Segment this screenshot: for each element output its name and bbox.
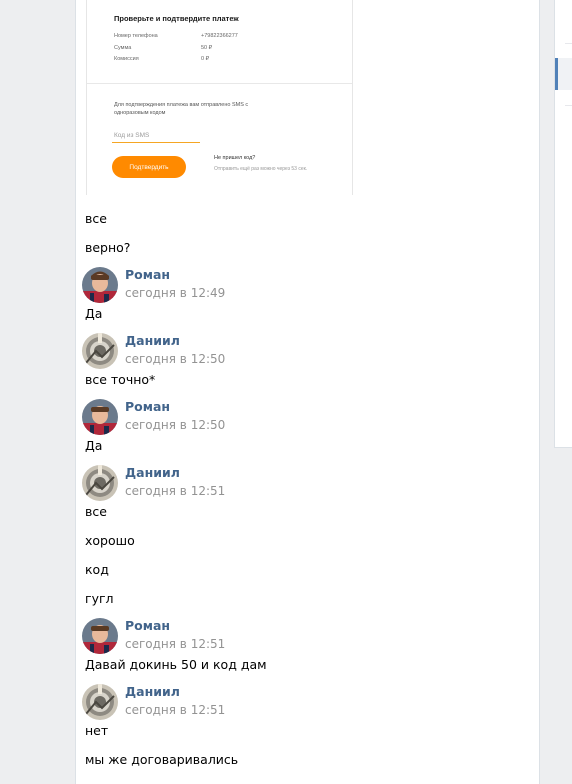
message-text: Давай докинь 50 и код дам	[85, 657, 267, 672]
confirm-button[interactable]: Подтвердить	[112, 156, 186, 178]
payment-title: Проверьте и подтвердите платеж	[114, 14, 239, 23]
message-author[interactable]: Даниил	[125, 465, 180, 480]
divider	[565, 43, 572, 44]
message-text: все	[85, 504, 107, 519]
sms-note: Для подтверждения платежа вам отправлено…	[114, 102, 249, 116]
message-author[interactable]: Даниил	[125, 333, 180, 348]
no-code-label: Не пришел код?	[214, 155, 256, 161]
divider	[87, 83, 352, 84]
sms-code-input[interactable]	[112, 128, 200, 143]
message-author[interactable]: Роман	[125, 618, 170, 633]
commission-label: Комиссия	[114, 56, 139, 62]
resend-timer: Отправить ещё раз можно через 53 сек.	[214, 166, 308, 172]
message-time[interactable]: сегодня в 12:51	[125, 703, 225, 718]
divider	[565, 105, 572, 106]
message-text: все	[85, 211, 107, 226]
avatar-roman[interactable]	[82, 267, 118, 303]
message-text: мы же договаривались	[85, 752, 239, 767]
message-text: нет	[85, 723, 109, 738]
message-author[interactable]: Роман	[125, 399, 170, 414]
amount-label: Сумма	[114, 45, 132, 51]
message-time[interactable]: сегодня в 12:50	[125, 418, 225, 433]
active-indicator	[555, 58, 558, 90]
right-sidebar	[554, 0, 572, 448]
message-text: все точно*	[85, 372, 156, 387]
message-time[interactable]: сегодня в 12:49	[125, 286, 225, 301]
phone-value: +79822366277	[201, 33, 238, 39]
avatar-roman[interactable]	[82, 618, 118, 654]
message-author[interactable]: Роман	[125, 267, 170, 282]
avatar-daniil[interactable]	[82, 333, 118, 369]
commission-value: 0 ₽	[201, 56, 210, 62]
message-time[interactable]: сегодня в 12:51	[125, 637, 225, 652]
message-time[interactable]: сегодня в 12:51	[125, 484, 225, 499]
message-text: хорошо	[85, 533, 135, 548]
message-author[interactable]: Даниил	[125, 684, 180, 699]
message-text: код	[85, 562, 109, 577]
message-text: Да	[85, 306, 103, 321]
message-time[interactable]: сегодня в 12:50	[125, 352, 225, 367]
message-text: гугл	[85, 591, 114, 606]
sidebar-active-item[interactable]	[558, 58, 572, 90]
avatar-daniil[interactable]	[82, 684, 118, 720]
avatar-roman[interactable]	[82, 399, 118, 435]
phone-label: Номер телефона	[114, 33, 158, 39]
amount-value: 50 ₽	[201, 45, 213, 51]
payment-screenshot[interactable]: Проверьте и подтвердите платеж Номер тел…	[86, 0, 353, 195]
message-text: верно?	[85, 240, 131, 255]
message-text: Да	[85, 438, 103, 453]
avatar-daniil[interactable]	[82, 465, 118, 501]
